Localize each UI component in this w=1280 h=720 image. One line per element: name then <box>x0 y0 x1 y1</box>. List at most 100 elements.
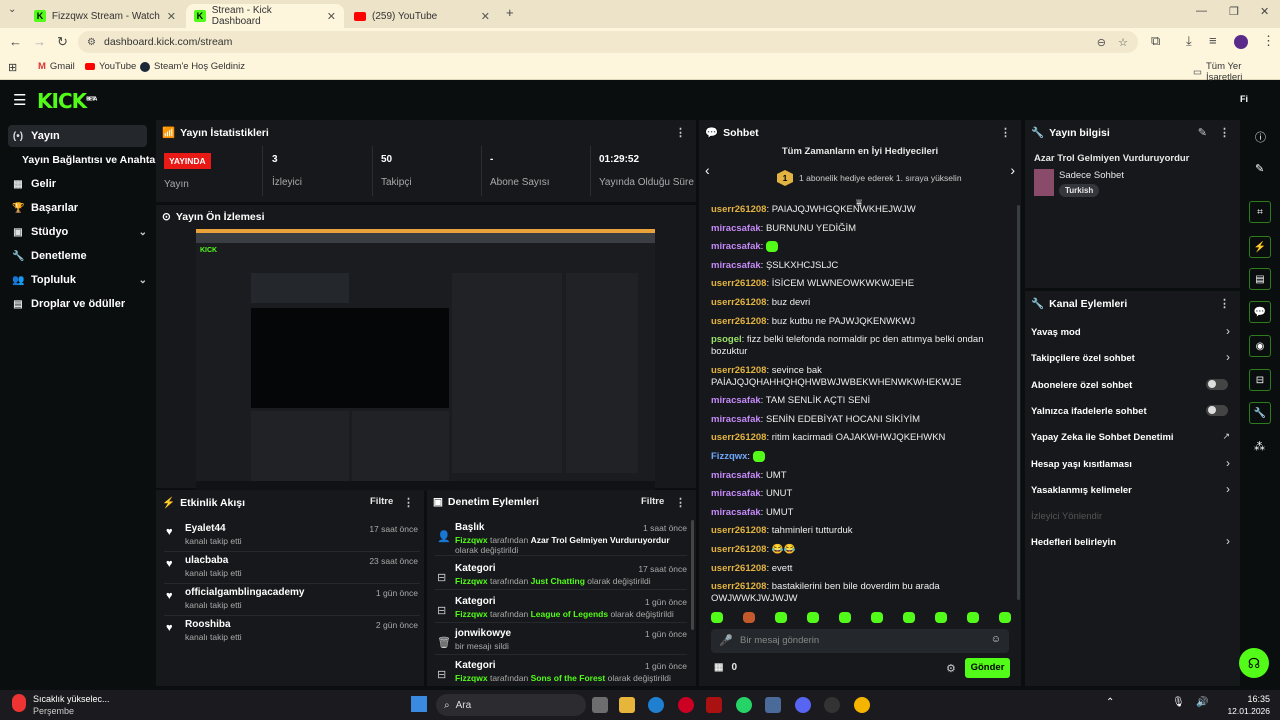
more-options-icon[interactable]: ⋮ <box>1219 297 1230 310</box>
sidebar-item-stream-key[interactable]: Yayın Bağlantısı ve Anahtarı <box>18 149 162 171</box>
send-button[interactable]: Gönder <box>965 658 1010 678</box>
sidebar-item-achievements[interactable]: 🏆 Başarılar <box>8 197 147 219</box>
more-options-icon[interactable]: ⋮ <box>403 496 414 509</box>
chevron-right-icon[interactable]: › <box>1226 324 1230 338</box>
volume-icon[interactable]: 🔊 <box>1196 697 1208 708</box>
chat-input-box[interactable]: 🎤 Bir mesaj gönderin ☺ <box>711 629 1009 653</box>
apps-icon[interactable]: ⊞ <box>8 61 17 74</box>
support-headset-icon[interactable]: ☊ <box>1239 648 1269 678</box>
bookmark-youtube[interactable]: YouTube <box>85 61 136 72</box>
chat-username[interactable]: miracsafak <box>711 260 761 271</box>
chat-username[interactable]: miracsafak <box>711 395 761 406</box>
chevron-right-icon[interactable]: › <box>1226 482 1230 496</box>
rail-chat-button[interactable]: 💬 <box>1249 301 1271 323</box>
chevron-left-icon[interactable]: ‹ <box>705 162 710 178</box>
sidebar-item-drops[interactable]: ▤ Droplar ve ödüller <box>8 293 147 315</box>
emote-icon[interactable] <box>935 612 947 623</box>
emote-icon[interactable] <box>999 612 1011 623</box>
emote-icon[interactable] <box>807 612 819 623</box>
bookmark-steam[interactable]: Steam'e Hoş Geldiniz <box>140 61 245 72</box>
extensions-icon[interactable]: ⧉ <box>1151 33 1160 49</box>
emote-icon[interactable] <box>743 612 755 623</box>
channel-points[interactable]: ▦ 0 <box>714 662 737 673</box>
toggle-switch[interactable] <box>1206 404 1228 416</box>
emote-icon[interactable] <box>839 612 851 623</box>
channel-action-label[interactable]: Hesap yaşı kısıtlaması <box>1031 459 1231 470</box>
sidebar-item-moderation[interactable]: 🔧 Denetleme <box>8 245 147 267</box>
tab-search-icon[interactable]: ⌄ <box>8 4 16 15</box>
rail-lightning-button[interactable]: ⚡ <box>1249 236 1271 258</box>
chat-username[interactable]: userr261208 <box>711 316 766 327</box>
channel-action-label[interactable]: Yalnızca ifadelerle sohbet <box>1031 406 1231 417</box>
tray-chevron-icon[interactable]: ⌃ <box>1106 697 1114 708</box>
app-icon[interactable] <box>765 697 781 713</box>
settings-gear-icon[interactable]: ⚙ <box>946 662 956 675</box>
chat-username[interactable]: userr261208 <box>711 204 766 215</box>
close-icon[interactable]: ✕ <box>327 10 336 23</box>
more-options-icon[interactable]: ⋮ <box>1000 126 1011 139</box>
external-link-icon[interactable]: ↗ <box>1222 431 1230 442</box>
mic-icon[interactable]: 🎤 <box>719 634 733 647</box>
chevron-right-icon[interactable]: › <box>1226 534 1230 548</box>
chat-username[interactable]: miracsafak <box>711 414 761 425</box>
scrollbar[interactable] <box>691 520 694 630</box>
taskview-icon[interactable] <box>592 697 608 713</box>
whatsapp-icon[interactable] <box>736 697 752 713</box>
close-icon[interactable]: ✕ <box>167 10 176 23</box>
stream-preview-video[interactable]: KICK <box>196 229 655 491</box>
chat-username[interactable]: userr261208 <box>711 544 766 555</box>
emote-icon[interactable] <box>775 612 787 623</box>
chat-username[interactable]: miracsafak <box>711 470 761 481</box>
chat-username[interactable]: Fizzqwx <box>711 451 747 462</box>
chat-username[interactable]: userr261208 <box>711 563 766 574</box>
steam-icon[interactable] <box>824 697 840 713</box>
weather-text[interactable]: Sıcaklık yükselec... <box>33 694 110 704</box>
site-info-icon[interactable]: ⚙ <box>87 37 96 48</box>
chat-input[interactable]: Bir mesaj gönderin <box>740 635 819 646</box>
all-bookmarks[interactable]: ▭ Tüm Yer İşaretleri <box>1193 61 1280 83</box>
channel-action-label[interactable]: Abonelere özel sohbet <box>1031 380 1231 391</box>
channel-action-label[interactable]: Yavaş mod <box>1031 327 1231 338</box>
taskbar-search[interactable]: ⌕ Ara <box>436 694 586 716</box>
chat-username[interactable]: userr261208 <box>711 278 766 289</box>
channel-action-label[interactable]: Hedefleri belirleyin <box>1031 537 1231 548</box>
emote-icon[interactable] <box>903 612 915 623</box>
emote-icon[interactable] <box>871 612 883 623</box>
rail-note-button[interactable]: ▤ <box>1249 268 1271 290</box>
window-close-icon[interactable]: ✕ <box>1260 5 1269 18</box>
zoom-icon[interactable]: ⊖ <box>1097 36 1106 49</box>
mic-icon[interactable]: 🎙 <box>1172 697 1185 708</box>
more-options-icon[interactable]: ⋮ <box>675 496 686 509</box>
menu-icon[interactable]: ⋮ <box>1262 33 1275 49</box>
bookmark-star-icon[interactable]: ☆ <box>1118 36 1128 49</box>
explorer-icon[interactable] <box>619 697 635 713</box>
chrome-icon[interactable] <box>854 697 870 713</box>
close-icon[interactable]: ✕ <box>481 10 490 23</box>
filter-button[interactable]: Filtre <box>641 496 664 507</box>
chat-username[interactable]: userr261208 <box>711 581 766 592</box>
more-options-icon[interactable]: ⋮ <box>675 126 686 139</box>
download-icon[interactable]: ⤓ <box>1186 33 1192 49</box>
weather-icon[interactable] <box>12 694 26 712</box>
chat-username[interactable]: psogel <box>711 334 742 345</box>
sidebar-item-stream[interactable]: (•) Yayın <box>8 125 147 147</box>
chat-username[interactable]: miracsafak <box>711 488 761 499</box>
rail-wrench-button[interactable]: 🔧 <box>1249 402 1271 424</box>
sidebar-item-community[interactable]: 👥 Topluluk ⌄ <box>8 269 147 291</box>
clock-time[interactable]: 16:35 <box>1230 694 1270 704</box>
sidebar-item-studio[interactable]: ▣ Stüdyo ⌄ <box>8 221 147 243</box>
rail-category-button[interactable]: ⊟ <box>1249 369 1271 391</box>
chevron-right-icon[interactable]: › <box>1010 162 1015 178</box>
tab-kick-watch[interactable]: K Fizzqwx Stream - Watch Live on ✕ <box>26 4 184 28</box>
sidebar-item-revenue[interactable]: ▦ Gelir <box>8 173 147 195</box>
reload-icon[interactable]: ↻ <box>57 34 68 50</box>
chevron-right-icon[interactable]: › <box>1226 350 1230 364</box>
edit-icon[interactable]: ✎ <box>1198 126 1207 139</box>
chat-username[interactable]: userr261208 <box>711 525 766 536</box>
address-bar[interactable]: ⚙ dashboard.kick.com/stream ⊖ ☆ <box>78 31 1138 53</box>
user-menu[interactable]: Fi <box>1240 94 1248 104</box>
windows-start-icon[interactable] <box>411 696 427 712</box>
maximize-icon[interactable]: ❐ <box>1229 5 1239 18</box>
kick-logo[interactable]: KICKBETA <box>37 89 97 113</box>
chat-username[interactable]: miracsafak <box>711 507 761 518</box>
